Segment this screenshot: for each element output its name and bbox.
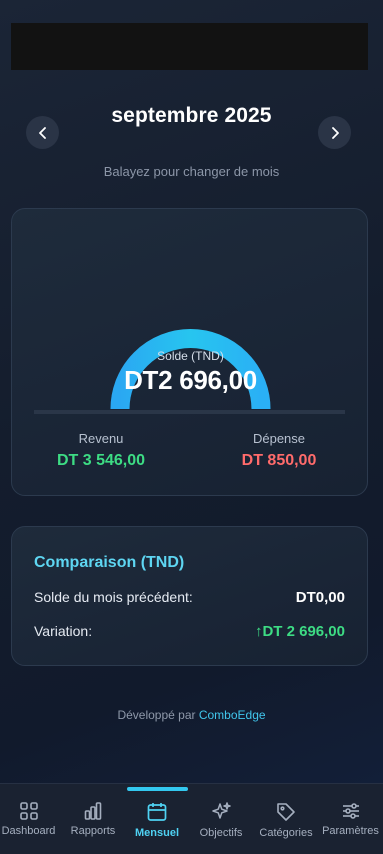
income-label: Revenu [78, 431, 124, 446]
swipe-hint: Balayez pour changer de mois [103, 164, 280, 179]
nav-label-rapports: Rapports [70, 825, 116, 837]
footer-prefix: Développé par [117, 708, 196, 722]
nav-item-categories[interactable]: Catégories [254, 784, 318, 854]
gauge-label: Solde (TND) [157, 349, 224, 363]
balance-card: Solde (TND) DT2 696,00 Revenu DT 3 546,0… [11, 208, 368, 496]
sliders-icon [342, 803, 359, 819]
nav-label-categories: Catégories [259, 827, 313, 839]
nav-item-dashboard[interactable]: Dashboard [0, 784, 57, 854]
top-banner [11, 23, 368, 70]
expense-label: Dépense [252, 431, 306, 446]
nav-item-objectifs[interactable]: Objectifs [191, 784, 251, 854]
nav-item-parametres[interactable]: Paramètres [320, 784, 381, 854]
grid-icon [19, 802, 38, 820]
bottom-navigation: Dashboard Rapports Mensuel Objectifs Cat… [0, 783, 383, 854]
active-tab-indicator [127, 787, 188, 791]
nav-label-parametres: Paramètres [322, 825, 379, 837]
income-value: DT 3 546,00 [56, 452, 146, 469]
comparison-card: Comparaison (TND) Solde du mois précéden… [11, 526, 368, 666]
previous-balance-label: Solde du mois précédent: [34, 589, 193, 605]
bar-chart-icon [84, 802, 102, 820]
nav-item-rapports[interactable]: Rapports [61, 784, 125, 854]
next-month-button[interactable] [318, 116, 351, 149]
footer-credit: Développé par ComboEdge [0, 708, 383, 722]
balance-value: DT2 696,00 [124, 365, 257, 395]
sparkles-icon [212, 802, 231, 819]
expense-value: DT 850,00 [241, 452, 317, 469]
nav-label-objectifs: Objectifs [199, 827, 243, 839]
footer-brand-link[interactable]: ComboEdge [199, 708, 266, 722]
calendar-icon [147, 803, 167, 821]
nav-label-dashboard: Dashboard [1, 825, 56, 837]
nav-item-mensuel[interactable]: Mensuel [126, 784, 188, 854]
chevron-left-icon [38, 126, 46, 139]
chevron-right-icon [331, 126, 339, 139]
comparison-title: Comparaison (TND) [34, 554, 185, 571]
variation-label: Variation: [34, 623, 93, 639]
tag-icon [277, 803, 295, 821]
nav-label-mensuel: Mensuel [134, 827, 179, 839]
previous-balance-value: DT0,00 [295, 589, 345, 606]
variation-value: ↑DT 2 696,00 [254, 623, 345, 640]
